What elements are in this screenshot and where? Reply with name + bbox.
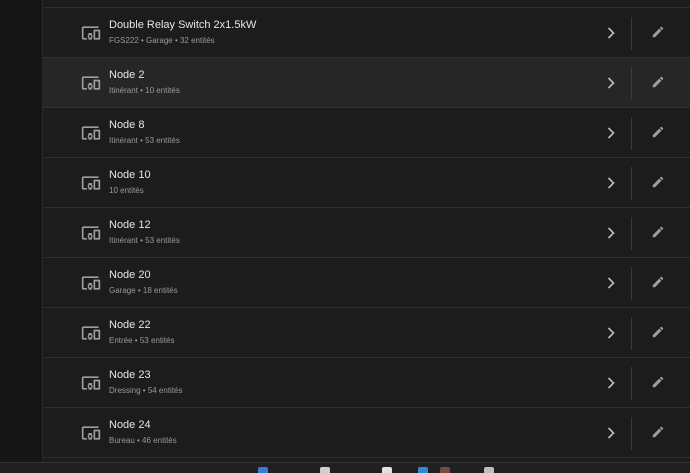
chevron-right-icon[interactable] (605, 325, 617, 341)
device-row[interactable]: Node 20 Garage • 18 entités (43, 258, 690, 308)
device-subtitle: Itinérant • 53 entités (109, 236, 180, 245)
taskbar-app-icon[interactable] (484, 467, 494, 473)
device-row[interactable]: Node 10 10 entités (43, 158, 690, 208)
pencil-icon[interactable] (649, 223, 667, 241)
row-divider (631, 317, 632, 350)
chevron-right-icon[interactable] (605, 125, 617, 141)
taskbar-app-icon[interactable] (320, 467, 330, 473)
pencil-icon[interactable] (649, 323, 667, 341)
devices-icon (81, 323, 101, 343)
row-divider (631, 167, 632, 200)
row-divider (631, 67, 632, 100)
device-subtitle: Itinérant • 10 entités (109, 86, 180, 95)
device-name: Node 10 (109, 169, 151, 181)
device-subtitle: Entrée • 53 entités (109, 336, 175, 345)
device-subtitle: Dressing • 54 entités (109, 386, 183, 395)
pencil-icon[interactable] (649, 373, 667, 391)
chevron-right-icon[interactable] (605, 75, 617, 91)
taskbar-app-icon[interactable] (382, 467, 392, 473)
row-divider (631, 367, 632, 400)
chevron-right-icon[interactable] (605, 25, 617, 41)
pencil-icon[interactable] (649, 123, 667, 141)
pencil-icon[interactable] (649, 273, 667, 291)
device-row[interactable]: Node 12 Itinérant • 53 entités (43, 208, 690, 258)
taskbar-app-icon[interactable] (440, 467, 450, 473)
devices-icon (81, 423, 101, 443)
taskbar-app-icon[interactable] (418, 467, 428, 473)
device-name: Double Relay Switch 2x1.5kW (109, 19, 257, 31)
devices-icon (81, 123, 101, 143)
device-name: Node 23 (109, 369, 151, 381)
chevron-right-icon[interactable] (605, 175, 617, 191)
device-row[interactable]: Node 22 Entrée • 53 entités (43, 308, 690, 358)
pencil-icon[interactable] (649, 23, 667, 41)
pencil-icon[interactable] (649, 73, 667, 91)
devices-icon (81, 73, 101, 93)
device-name: Node 8 (109, 119, 145, 131)
device-subtitle: 10 entités (109, 186, 144, 195)
row-divider (631, 117, 632, 150)
device-name: Node 20 (109, 269, 151, 281)
windows-start-icon[interactable] (258, 467, 268, 473)
row-divider (631, 417, 632, 450)
taskbar (0, 462, 690, 473)
chevron-right-icon[interactable] (605, 375, 617, 391)
device-list: Double Relay Switch 2x1.5kW FGS222 • Gar… (42, 0, 690, 462)
devices-icon (81, 23, 101, 43)
device-row[interactable]: Node 23 Dressing • 54 entités (43, 358, 690, 408)
device-name: Node 12 (109, 219, 151, 231)
chevron-right-icon[interactable] (605, 425, 617, 441)
row-divider (631, 267, 632, 300)
left-rail (0, 0, 42, 462)
device-row[interactable]: Node 24 Bureau • 46 entités (43, 408, 690, 458)
pencil-icon[interactable] (649, 173, 667, 191)
device-row[interactable]: Node 2 Itinérant • 10 entités (43, 58, 690, 108)
devices-icon (81, 273, 101, 293)
devices-icon (81, 223, 101, 243)
chevron-right-icon[interactable] (605, 275, 617, 291)
chevron-right-icon[interactable] (605, 225, 617, 241)
devices-icon (81, 173, 101, 193)
row-divider (631, 17, 632, 50)
device-subtitle: FGS222 • Garage • 32 entités (109, 36, 215, 45)
device-name: Node 2 (109, 69, 145, 81)
device-subtitle: Garage • 18 entités (109, 286, 178, 295)
device-name: Node 22 (109, 319, 151, 331)
device-row[interactable]: Node 8 Itinérant • 53 entités (43, 108, 690, 158)
device-subtitle: Bureau • 46 entités (109, 436, 177, 445)
devices-icon (81, 373, 101, 393)
device-row[interactable]: Double Relay Switch 2x1.5kW FGS222 • Gar… (43, 8, 690, 58)
row-divider (631, 217, 632, 250)
device-subtitle: Itinérant • 53 entités (109, 136, 180, 145)
pencil-icon[interactable] (649, 423, 667, 441)
device-name: Node 24 (109, 419, 151, 431)
